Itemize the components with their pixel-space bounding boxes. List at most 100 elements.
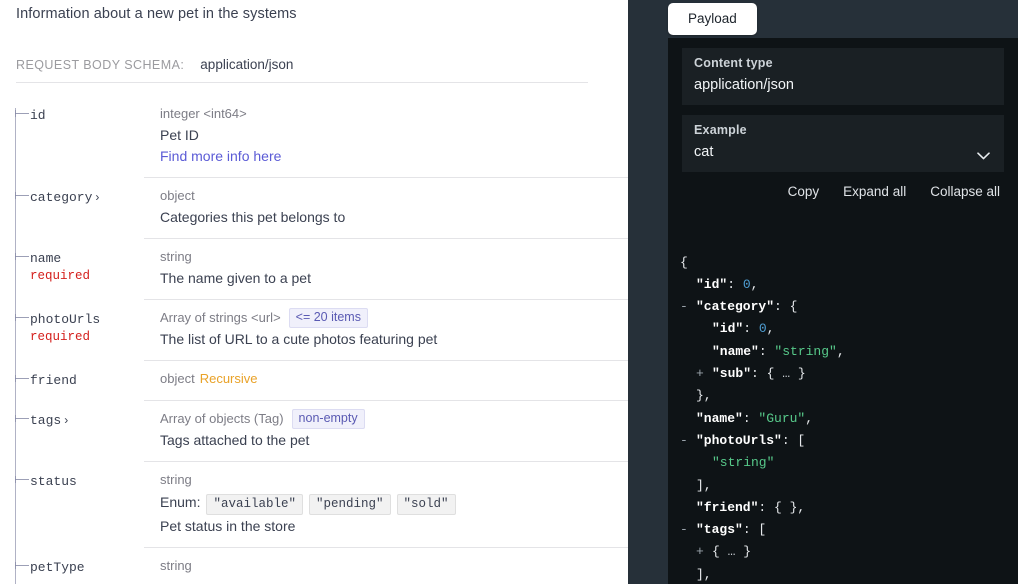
payload-actions: Copy Expand all Collapse all [668, 172, 1018, 207]
enum-value-chip: "sold" [396, 494, 456, 515]
required-marker: required [30, 269, 91, 283]
code-line-content: "name": "Guru", [680, 411, 813, 426]
tree-connector-icon [15, 253, 29, 260]
tree-connector-icon [15, 415, 29, 422]
code-line-content: "tags": [ [680, 522, 766, 537]
code-line-content: ], [680, 567, 712, 582]
property-type: integer <int64> [160, 106, 247, 121]
collapse-toggle-icon[interactable]: - [680, 296, 688, 318]
property-description: Tags attached to the pet [160, 432, 310, 448]
tree-connector-icon [15, 110, 29, 117]
schema-row: name required string The name given to a pe… [0, 239, 628, 300]
code-token-str: "string" [774, 343, 837, 359]
property-type: string [160, 249, 192, 264]
code-line: "id": 0, [680, 274, 1018, 296]
constraint-badge: <= 20 items [288, 308, 368, 328]
code-token-str: "string" [712, 455, 775, 471]
expand-toggle-icon[interactable]: + [696, 363, 704, 385]
property-name[interactable]: category [30, 190, 92, 205]
code-token-punct: , [750, 276, 759, 292]
content-type-label: Content type [694, 56, 773, 70]
code-token-punct: : { [751, 366, 783, 382]
code-token-key: "tags" [696, 522, 743, 538]
code-line-content: "category": { [680, 299, 797, 314]
schema-row-body: Array of strings <url> <= 20 items The lis… [144, 300, 628, 361]
recursive-marker: Recursive [199, 371, 258, 386]
schema-row-key-cell: petType [0, 548, 144, 584]
collapse-toggle-icon[interactable]: - [680, 430, 688, 452]
expand-all-button[interactable]: Expand all [843, 184, 906, 199]
code-line-content: "photoUrls": [ [680, 433, 805, 448]
code-token-punct: } [790, 366, 806, 382]
property-type-line: Array of objects (Tag) non-empty [160, 409, 588, 429]
content-type-field: Content type application/json [682, 48, 1004, 105]
example-select[interactable]: Example cat [682, 115, 1004, 172]
code-line: "id": 0, [680, 318, 1018, 340]
payload-panel: Content type application/json Example ca… [668, 38, 1018, 584]
code-token-punct: : [758, 343, 775, 359]
property-name: id [30, 108, 46, 123]
property-type: Array of strings <url> [160, 310, 281, 325]
code-line-content: { [680, 255, 688, 270]
code-token-key: "friend" [696, 499, 759, 515]
collapse-all-button[interactable]: Collapse all [930, 184, 1000, 199]
code-token-num: 0 [758, 321, 767, 337]
copy-button[interactable]: Copy [788, 184, 820, 199]
property-description: Pet status in the store [160, 518, 296, 534]
code-token-punct: : [727, 276, 743, 292]
property-description: Pet ID [160, 127, 199, 143]
schema-row-body: Array of objects (Tag) non-empty Tags atta… [144, 401, 628, 462]
external-doc-link[interactable]: Find more info here [160, 148, 281, 164]
schema-row-body: integer <int64> Pet ID Find more info here [144, 96, 628, 178]
schema-row-body: string Enum: "available" "pending" "sold" Pet… [144, 462, 628, 548]
schema-row: tags › Array of objects (Tag) non-empty Tags… [0, 401, 628, 462]
schema-row-key-cell: friend [0, 361, 144, 401]
tree-connector-icon [15, 375, 29, 382]
content-type-value: application/json [694, 77, 794, 93]
code-line: - "category": { [680, 296, 1018, 318]
code-token-punct: : [743, 321, 759, 337]
code-token-punct: , [805, 410, 814, 426]
property-description: The list of URL to a cute photos featuri… [160, 331, 438, 347]
api-reference-page: Information about a new pet in the syste… [0, 0, 1018, 584]
code-token-punct: ], [696, 477, 712, 493]
request-body-schema-media-type: application/json [200, 57, 294, 72]
expand-toggle-icon[interactable]: + [696, 541, 704, 563]
tab-payload[interactable]: Payload [668, 3, 757, 35]
property-type-line: string [160, 556, 588, 576]
code-line: - "tags": [ [680, 519, 1018, 541]
schema-row-key-cell: photoUrls required [0, 300, 144, 361]
code-token-punct: { [680, 254, 688, 270]
code-line-content: }, [680, 388, 712, 403]
example-label: Example [694, 123, 747, 137]
code-line: + "sub": { … } [680, 363, 1018, 385]
tree-connector-icon [15, 192, 29, 199]
property-type-line: object Recursive [160, 369, 588, 389]
code-token-punct: { [712, 544, 728, 560]
collapse-toggle-icon[interactable]: - [680, 519, 688, 541]
code-line: - "photoUrls": [ [680, 430, 1018, 452]
code-line: "name": "string", [680, 341, 1018, 363]
property-name: friend [30, 373, 77, 388]
code-token-key: "name" [696, 410, 743, 426]
schema-row-key-cell: status [0, 462, 144, 548]
property-description: Categories this pet belongs to [160, 209, 346, 225]
code-token-punct: ], [696, 566, 712, 582]
property-name[interactable]: tags [30, 413, 61, 428]
schema-row-key-cell: tags › [0, 401, 144, 462]
code-line-content: { … } [680, 544, 751, 559]
chevron-right-icon[interactable]: › [64, 413, 68, 427]
code-token-key: "id" [712, 321, 744, 337]
code-token-key: "category" [696, 299, 775, 315]
schema-row-body: object Categories this pet belongs to [144, 178, 628, 239]
operation-summary: Information about a new pet in the syste… [16, 6, 297, 22]
chevron-right-icon[interactable]: › [95, 190, 99, 204]
tree-connector-icon [15, 562, 29, 569]
enum-value-chip: "pending" [308, 494, 391, 515]
enum-line: Enum: "available" "pending" "sold" [160, 491, 588, 515]
code-token-punct: : [ [781, 432, 806, 448]
schema-row: status string Enum: "available" "pending" "so… [0, 462, 628, 548]
code-line: "name": "Guru", [680, 408, 1018, 430]
property-type-line: Array of strings <url> <= 20 items [160, 308, 588, 328]
payload-code: {"id": 0, - "category": {"id": 0, "name": "… [668, 207, 1018, 584]
